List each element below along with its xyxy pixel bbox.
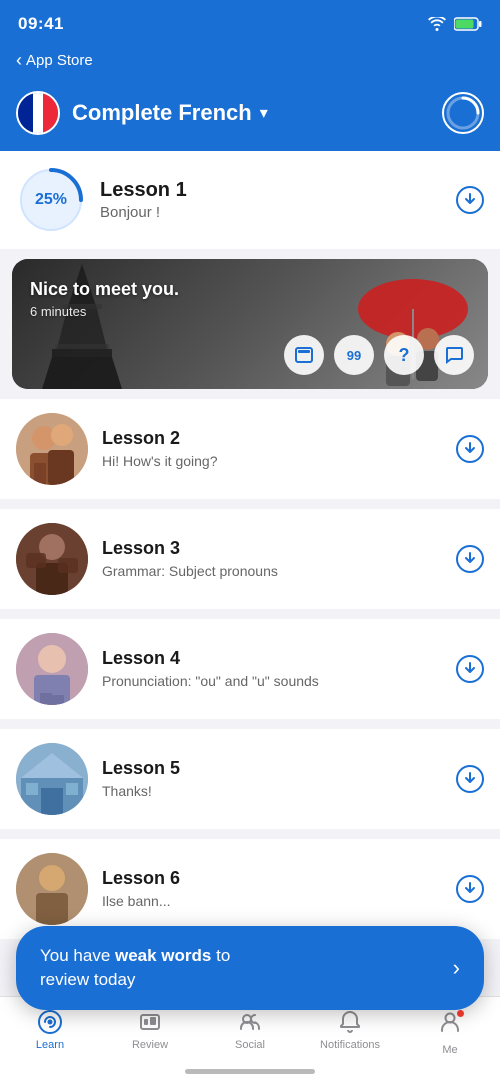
tab-review[interactable]: Review [100, 1005, 200, 1060]
lesson2-thumb [16, 413, 88, 485]
chat-action[interactable] [434, 335, 474, 375]
battery-icon [454, 17, 482, 31]
lesson5-title: Lesson 5 [102, 758, 442, 779]
lesson4-row[interactable]: Lesson 4 Pronunciation: "ou" and "u" sou… [0, 619, 500, 719]
lesson3-info: Lesson 3 Grammar: Subject pronouns [102, 538, 442, 580]
lesson5-row[interactable]: Lesson 5 Thanks! [0, 729, 500, 829]
timer-button[interactable] [442, 92, 484, 134]
lesson6-thumb-img [16, 853, 88, 925]
lesson4-thumb [16, 633, 88, 705]
tab-social[interactable]: Social [200, 1005, 300, 1060]
weak-words-bold: weak words [115, 946, 211, 965]
lesson6-thumb [16, 853, 88, 925]
content-area: 25% Lesson 1 Bonjour ! [0, 151, 500, 1019]
progress-text: 25% [35, 191, 67, 209]
lesson1-download-icon[interactable] [456, 186, 484, 214]
lesson5-subtitle: Thanks! [102, 782, 442, 800]
flag-inner [18, 93, 58, 133]
lesson2-download-icon[interactable] [456, 435, 484, 463]
featured-duration: 6 minutes [30, 304, 179, 319]
lesson2-row[interactable]: Lesson 2 Hi! How's it going? [0, 399, 500, 499]
lesson6-row[interactable]: Lesson 6 Ilse bann... [0, 839, 500, 939]
nav-back-bar: ‹ App Store [0, 44, 500, 83]
lesson4-thumb-img [16, 633, 88, 705]
course-name: Complete French [72, 100, 252, 126]
featured-text: Nice to meet you. 6 minutes [30, 279, 179, 319]
lesson6-info: Lesson 6 Ilse bann... [102, 868, 442, 910]
flag-icon [16, 91, 60, 135]
lesson6-title: Lesson 6 [102, 868, 442, 889]
tab-notifications[interactable]: Notifications [300, 1005, 400, 1060]
lesson5-thumb-img [16, 743, 88, 815]
lesson2-title: Lesson 2 [102, 428, 442, 449]
tab-learn-label: Learn [36, 1039, 64, 1051]
timer-icon [445, 95, 481, 131]
tab-learn[interactable]: Learn [0, 1005, 100, 1060]
lesson3-download-icon[interactable] [456, 545, 484, 573]
lesson4-subtitle: Pronunciation: "ou" and "u" sounds [102, 672, 442, 690]
flag-blue [18, 93, 33, 133]
flag-red [43, 93, 58, 133]
lesson5-thumb [16, 743, 88, 815]
lesson2-thumb-img [16, 413, 88, 485]
weak-words-arrow-icon: › [453, 955, 460, 981]
learn-icon [37, 1009, 63, 1035]
lesson4-download-icon[interactable] [456, 655, 484, 683]
weak-words-banner[interactable]: You have weak words toreview today › [16, 926, 484, 1010]
lesson1-subtitle: Bonjour ! [100, 204, 442, 221]
wifi-icon [428, 17, 446, 31]
lesson6-download-icon[interactable] [456, 875, 484, 903]
lesson5-download-icon[interactable] [456, 765, 484, 793]
back-button[interactable]: ‹ App Store [16, 50, 93, 71]
lesson4-title: Lesson 4 [102, 648, 442, 669]
lesson2-subtitle: Hi! How's it going? [102, 452, 442, 470]
status-icons [428, 17, 482, 31]
chat-icon [444, 345, 464, 365]
lesson3-row[interactable]: Lesson 3 Grammar: Subject pronouns [0, 509, 500, 609]
status-time: 09:41 [18, 14, 64, 34]
vocab-action[interactable]: 99 [334, 335, 374, 375]
home-indicator [185, 1069, 315, 1074]
lesson3-thumb-img [16, 523, 88, 595]
tab-social-label: Social [235, 1039, 265, 1051]
featured-actions: 99 ? [284, 335, 474, 375]
notifications-icon [337, 1009, 363, 1035]
tab-me-label: Me [442, 1044, 457, 1056]
lesson4-info: Lesson 4 Pronunciation: "ou" and "u" sou… [102, 648, 442, 690]
tab-notifications-label: Notifications [320, 1039, 380, 1051]
back-label: App Store [26, 52, 93, 69]
featured-card[interactable]: Nice to meet you. 6 minutes 99 ? [12, 259, 488, 389]
tab-me[interactable]: Me [400, 1005, 500, 1060]
lesson6-subtitle: Ilse bann... [102, 892, 442, 910]
quiz-action[interactable]: ? [384, 335, 424, 375]
tab-me-icon-wrapper [437, 1009, 463, 1040]
lesson5-info: Lesson 5 Thanks! [102, 758, 442, 800]
lesson1-row[interactable]: 25% Lesson 1 Bonjour ! [0, 151, 500, 249]
header-left: Complete French ▾ [16, 91, 268, 135]
weak-words-text: You have weak words toreview today [40, 944, 230, 992]
header-course-selector[interactable]: Complete French ▾ [72, 100, 268, 126]
lesson3-thumb [16, 523, 88, 595]
flag-white [33, 93, 43, 133]
lesson2-info: Lesson 2 Hi! How's it going? [102, 428, 442, 470]
status-bar: 09:41 [0, 0, 500, 44]
flashcard-action[interactable] [284, 335, 324, 375]
lesson1-info: Lesson 1 Bonjour ! [100, 179, 442, 221]
me-notification-dot [456, 1009, 465, 1018]
social-icon [237, 1009, 263, 1035]
lesson3-subtitle: Grammar: Subject pronouns [102, 562, 442, 580]
dropdown-chevron-icon: ▾ [260, 103, 268, 123]
progress-circle: 25% [16, 165, 86, 235]
lesson1-title: Lesson 1 [100, 179, 442, 202]
lesson3-title: Lesson 3 [102, 538, 442, 559]
back-chevron-icon: ‹ [16, 50, 22, 71]
flashcard-icon [294, 345, 314, 365]
tab-review-label: Review [132, 1039, 168, 1051]
review-icon [137, 1009, 163, 1035]
featured-title: Nice to meet you. [30, 279, 179, 300]
app-header: Complete French ▾ [0, 83, 500, 151]
